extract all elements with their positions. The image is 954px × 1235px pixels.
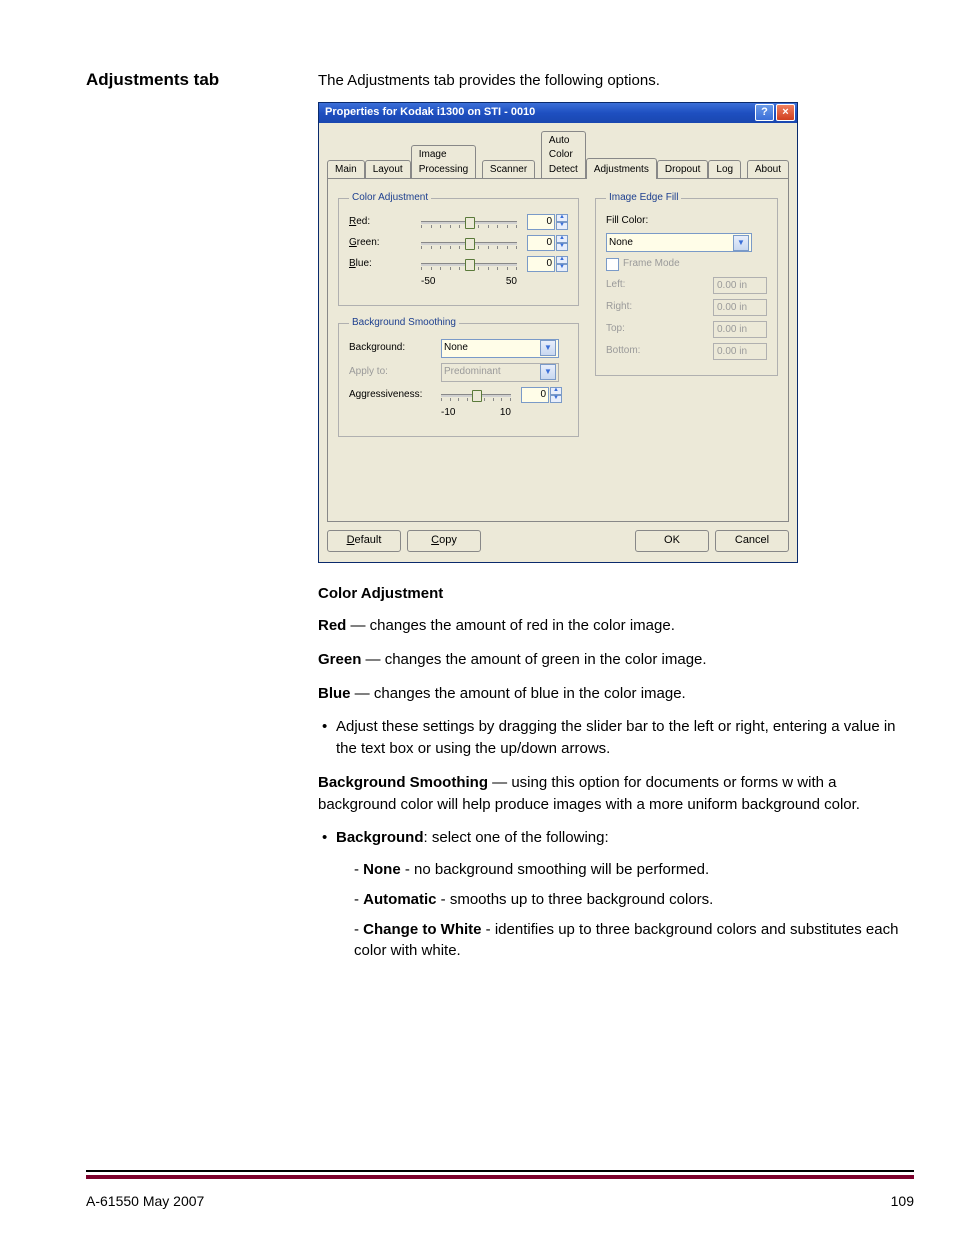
spinner-red[interactable]: ▲▼ (556, 214, 568, 230)
tab-auto-color-detect[interactable]: Auto Color Detect (541, 131, 586, 180)
label-background: Background: (349, 341, 441, 356)
page-footer: A-61550 May 2007 109 (86, 1193, 914, 1209)
chevron-down-icon: ▼ (540, 364, 556, 380)
tab-main[interactable]: Main (327, 160, 365, 180)
input-bottom (713, 343, 767, 360)
heading-color-adjustment: Color Adjustment (318, 583, 914, 605)
combo-background[interactable]: None ▼ (441, 339, 559, 358)
label-apply-to: Apply to: (349, 365, 441, 380)
spinner-blue[interactable]: ▲▼ (556, 256, 568, 272)
label-left: Left: (606, 278, 664, 293)
close-icon[interactable]: × (776, 104, 795, 121)
spinner-green[interactable]: ▲▼ (556, 235, 568, 251)
range-min: -50 (421, 275, 435, 290)
group-color-adjustment: Color Adjustment Red: ▲▼ (338, 191, 579, 306)
range-min: -10 (441, 406, 455, 421)
bullet-background: Background: select one of the following:… (336, 827, 914, 962)
footer-left: A-61550 May 2007 (86, 1193, 204, 1209)
chevron-down-icon: ▼ (540, 340, 556, 356)
dialog-title: Properties for Kodak i1300 on STI - 0010 (325, 105, 753, 121)
properties-dialog: Properties for Kodak i1300 on STI - 0010… (318, 102, 798, 564)
group-bg-smoothing: Background Smoothing Background: None ▼ (338, 316, 579, 437)
combo-fill-color[interactable]: None ▼ (606, 233, 752, 252)
tab-log[interactable]: Log (708, 160, 741, 180)
input-top (713, 321, 767, 338)
chevron-down-icon: ▼ (733, 235, 749, 251)
body-text: Color Adjustment Red — changes the amoun… (318, 583, 914, 962)
bullet-adjust: Adjust these settings by dragging the sl… (336, 716, 914, 760)
checkbox-frame-mode (606, 258, 619, 271)
tab-about[interactable]: About (747, 160, 789, 180)
label-bottom: Bottom: (606, 344, 664, 359)
dialog-titlebar: Properties for Kodak i1300 on STI - 0010… (319, 103, 797, 123)
tab-image-processing[interactable]: Image Processing (411, 145, 476, 179)
ok-button[interactable]: OK (635, 530, 709, 552)
section-heading: Adjustments tab (86, 70, 286, 90)
input-green[interactable] (527, 235, 555, 251)
spinner-aggressiveness[interactable]: ▲▼ (550, 387, 562, 403)
label-right: Right: (606, 300, 664, 315)
tab-adjustments[interactable]: Adjustments (586, 158, 657, 180)
default-button[interactable]: Default (327, 530, 401, 552)
legend-bg-smoothing: Background Smoothing (349, 316, 459, 331)
copy-button[interactable]: Copy (407, 530, 481, 552)
footer-rule (86, 1170, 914, 1179)
input-blue[interactable] (527, 256, 555, 272)
cancel-button[interactable]: Cancel (715, 530, 789, 552)
tab-dropout[interactable]: Dropout (657, 160, 709, 180)
slider-red[interactable] (421, 215, 517, 229)
group-edge-fill: Image Edge Fill Fill Color: None ▼ (595, 191, 778, 376)
label-green: Green: (349, 236, 421, 251)
label-top: Top: (606, 322, 664, 337)
label-fill-color: Fill Color: (606, 214, 664, 229)
combo-apply-to: Predominant ▼ (441, 363, 559, 382)
input-left (713, 277, 767, 294)
slider-blue[interactable] (421, 257, 517, 271)
legend-color-adjustment: Color Adjustment (349, 191, 431, 206)
footer-page-number: 109 (891, 1193, 914, 1209)
help-icon[interactable]: ? (755, 104, 774, 121)
tab-panel: Color Adjustment Red: ▲▼ (327, 178, 789, 522)
label-aggressiveness: Aggressiveness: (349, 388, 441, 403)
tab-scanner[interactable]: Scanner (482, 160, 535, 180)
tab-layout[interactable]: Layout (365, 160, 411, 180)
slider-aggressiveness[interactable] (441, 388, 511, 402)
input-right (713, 299, 767, 316)
tab-strip: Main Layout Image Processing Scanner Aut… (319, 123, 797, 180)
range-max: 50 (506, 275, 517, 290)
input-red[interactable] (527, 214, 555, 230)
input-aggressiveness[interactable] (521, 387, 549, 403)
label-blue: Blue: (349, 257, 421, 272)
range-max: 10 (500, 406, 511, 421)
label-frame-mode: Frame Mode (623, 257, 680, 272)
legend-edge-fill: Image Edge Fill (606, 191, 681, 206)
slider-green[interactable] (421, 236, 517, 250)
intro-text: The Adjustments tab provides the followi… (318, 70, 914, 92)
label-red: Red: (349, 215, 421, 230)
